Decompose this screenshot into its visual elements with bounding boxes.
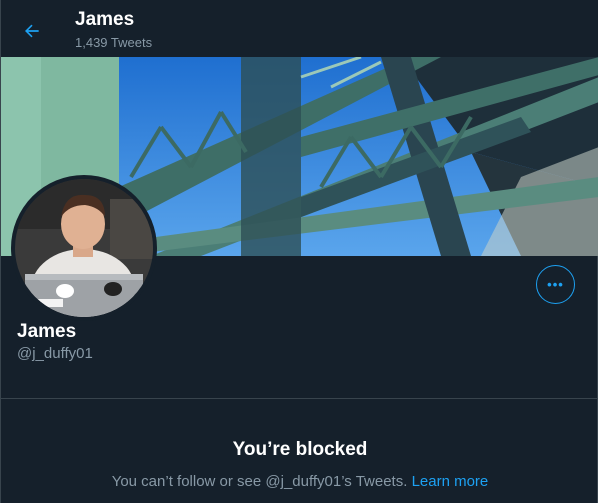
learn-more-link[interactable]: Learn more	[412, 473, 489, 490]
avatar[interactable]	[11, 175, 157, 321]
profile-handle: @j_duffy01	[17, 345, 93, 362]
more-horizontal-icon: •••	[547, 277, 564, 292]
back-button[interactable]	[15, 14, 49, 48]
blocked-title: You’re blocked	[232, 439, 368, 460]
divider	[1, 398, 598, 399]
avatar-image	[15, 179, 153, 317]
header-tweet-count: 1,439 Tweets	[75, 35, 153, 50]
more-button[interactable]: •••	[536, 265, 575, 304]
arrow-left-icon	[25, 24, 39, 38]
profile-name: James	[17, 321, 77, 342]
header-name: James	[75, 9, 135, 30]
blocked-message: You can’t follow or see @j_duffy01’s Twe…	[1, 473, 598, 490]
profile-header: James 1,439 Tweets	[1, 0, 598, 57]
profile-page: James 1,439 Tweets ••• James @j_duffy01 …	[0, 0, 598, 503]
blocked-message-text: You can’t follow or see @j_duffy01’s Twe…	[111, 473, 408, 490]
